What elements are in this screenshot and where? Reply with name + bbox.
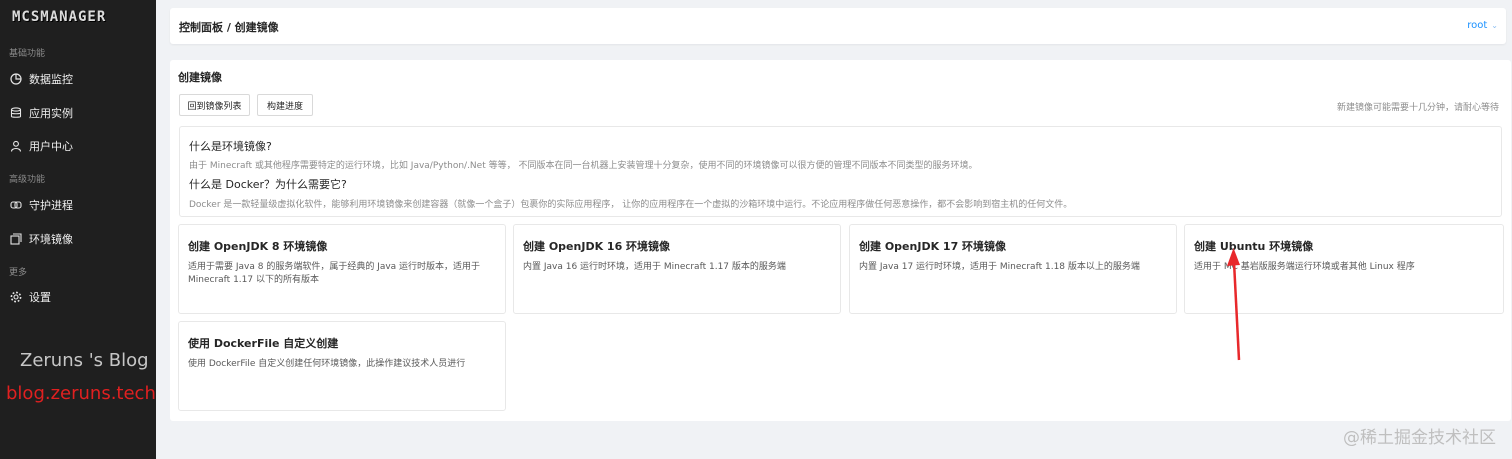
sidebar-item-label: 设置: [29, 291, 51, 304]
card-dockerfile[interactable]: 使用 DockerFile 自定义创建 使用 DockerFile 自定义创建任…: [178, 321, 506, 411]
sidebar-item-data-monitor[interactable]: 数据监控: [0, 64, 156, 94]
info-answer-2: Docker 是一款轻量级虚拟化软件，能够利用环境镜像来创建容器（就像一个盒子）…: [189, 200, 1073, 210]
card-description: 内置 Java 16 运行时环境，适用于 Minecraft 1.17 版本的服…: [523, 262, 786, 272]
sidebar-item-settings[interactable]: 设置: [0, 282, 156, 312]
create-image-panel: 创建镜像 回到镜像列表 构建进度 新建镜像可能需要十几分钟，请耐心等待 什么是环…: [170, 60, 1511, 421]
info-question-2: 什么是 Docker？为什么需要它?: [189, 178, 347, 191]
watermark-blog-url: blog.zeruns.tech: [6, 383, 156, 404]
card-description: 适用于 MC 基岩版服务端运行环境或者其他 Linux 程序: [1194, 262, 1415, 272]
sidebar-item-label: 应用实例: [29, 107, 73, 120]
chevron-down-icon: ⌄: [1491, 21, 1498, 30]
info-question-1: 什么是环境镜像?: [189, 140, 272, 153]
card-title: 创建 OpenJDK 8 环境镜像: [188, 240, 328, 253]
watermark-platform: @稀土掘金技术社区: [1343, 428, 1496, 448]
card-description: 适用于需要 Java 8 的服务端软件，属于经典的 Java 运行时版本，适用于…: [188, 262, 481, 285]
sidebar-item-images[interactable]: 环境镜像: [0, 224, 156, 254]
sidebar-item-users[interactable]: 用户中心: [0, 131, 156, 161]
sidebar-item-instances[interactable]: 应用实例: [0, 98, 156, 128]
build-progress-button[interactable]: 构建进度: [257, 94, 313, 116]
card-openjdk16[interactable]: 创建 OpenJDK 16 环境镜像 内置 Java 16 运行时环境，适用于 …: [513, 224, 841, 314]
database-icon: [10, 107, 22, 119]
card-title: 创建 OpenJDK 16 环境镜像: [523, 240, 671, 253]
card-ubuntu[interactable]: 创建 Ubuntu 环境镜像 适用于 MC 基岩版服务端运行环境或者其他 Lin…: [1184, 224, 1504, 314]
card-description: 内置 Java 17 运行时环境，适用于 Minecraft 1.18 版本以上…: [859, 262, 1140, 272]
app-logo: MCSMANAGER: [12, 9, 107, 25]
card-title: 使用 DockerFile 自定义创建: [188, 337, 339, 350]
breadcrumb: 控制面板 / 创建镜像: [179, 21, 279, 34]
card-title: 创建 Ubuntu 环境镜像: [1194, 240, 1314, 253]
section-label-more: 更多: [9, 268, 28, 278]
header-bar: 控制面板 / 创建镜像 root ⌄: [170, 8, 1506, 44]
section-label-advanced: 高级功能: [9, 175, 46, 185]
section-label-basic: 基础功能: [9, 49, 46, 59]
build-time-hint: 新建镜像可能需要十几分钟，请耐心等待: [1336, 103, 1499, 113]
info-answer-1: 由于 Minecraft 或其他程序需要特定的运行环境，比如 Java/Pyth…: [189, 161, 978, 171]
sidebar-item-label: 环境镜像: [29, 233, 73, 246]
user-icon: [10, 140, 22, 152]
sidebar-item-daemon[interactable]: 守护进程: [0, 190, 156, 220]
link-icon: [10, 199, 22, 211]
card-title: 创建 OpenJDK 17 环境镜像: [859, 240, 1007, 253]
gear-icon: [10, 291, 22, 303]
info-box: 什么是环境镜像? 由于 Minecraft 或其他程序需要特定的运行环境，比如 …: [179, 126, 1502, 217]
chart-pie-icon: [10, 73, 22, 85]
card-description: 使用 DockerFile 自定义创建任何环境镜像，此操作建议技术人员进行: [188, 359, 466, 369]
sidebar-item-label: 守护进程: [29, 199, 73, 212]
card-openjdk8[interactable]: 创建 OpenJDK 8 环境镜像 适用于需要 Java 8 的服务端软件，属于…: [178, 224, 506, 314]
back-to-image-list-button[interactable]: 回到镜像列表: [179, 94, 250, 116]
sidebar-item-label: 数据监控: [29, 73, 73, 86]
user-menu[interactable]: root ⌄: [1467, 20, 1498, 31]
page-title: 创建镜像: [178, 71, 222, 84]
layers-icon: [10, 233, 22, 245]
sidebar-item-label: 用户中心: [29, 140, 73, 153]
user-name: root: [1467, 20, 1488, 31]
card-openjdk17[interactable]: 创建 OpenJDK 17 环境镜像 内置 Java 17 运行时环境，适用于 …: [849, 224, 1177, 314]
watermark-blog-name: Zeruns 's Blog: [20, 350, 149, 371]
